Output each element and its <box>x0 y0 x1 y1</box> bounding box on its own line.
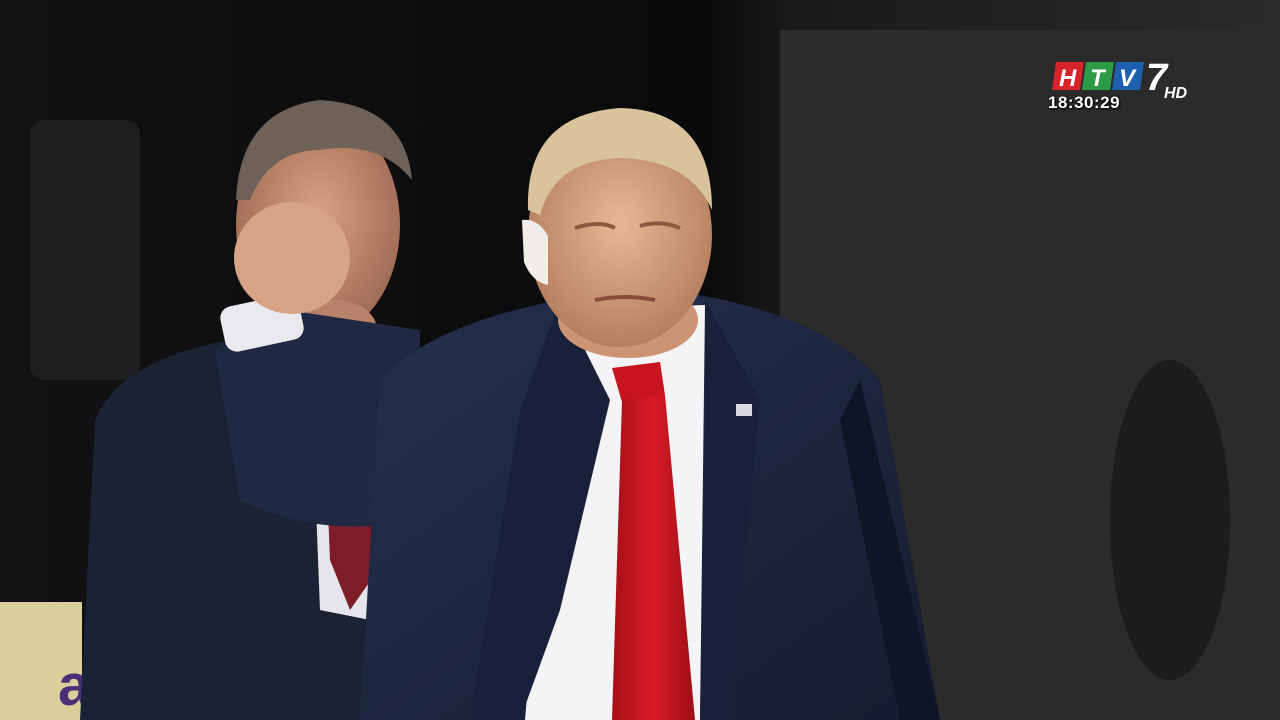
broadcast-clock: 18:30:29 <box>1048 93 1121 112</box>
svg-text:H: H <box>1059 65 1077 92</box>
flag-lapel-pin <box>736 404 752 416</box>
raised-fist <box>234 202 350 314</box>
video-frame: a H T V 7 HD 18:30:29 <box>0 0 1280 720</box>
svg-text:V: V <box>1119 65 1137 92</box>
svg-text:T: T <box>1090 65 1107 92</box>
background-shadow-figure <box>1110 360 1230 680</box>
left-seat-shape <box>30 120 140 380</box>
svg-text:HD: HD <box>1164 85 1188 102</box>
